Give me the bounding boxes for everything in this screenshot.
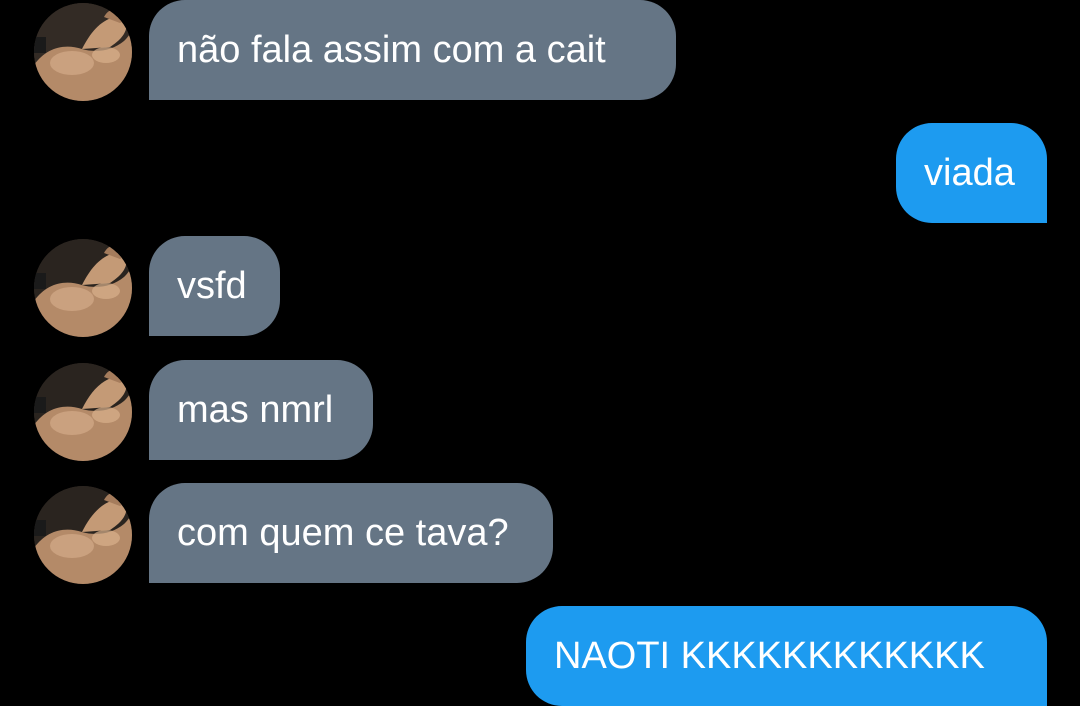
sender-avatar[interactable] (34, 3, 132, 101)
message-text: não fala assim com a cait (177, 29, 606, 71)
conversation-view: não fala assim com a cait viada vsfd mas… (0, 0, 1080, 706)
flexed-arm-avatar-icon (34, 3, 132, 101)
message-bubble-outgoing[interactable]: NAOTI KKKKKKKKKKKK (526, 606, 1047, 706)
sender-avatar[interactable] (34, 239, 132, 337)
message-text: viada (924, 152, 1015, 194)
sender-avatar[interactable] (34, 363, 132, 461)
flexed-arm-avatar-icon (34, 239, 132, 337)
sender-avatar[interactable] (34, 486, 132, 584)
message-text: NAOTI KKKKKKKKKKKK (554, 635, 985, 677)
message-bubble-incoming[interactable]: não fala assim com a cait (149, 0, 676, 100)
flexed-arm-avatar-icon (34, 363, 132, 461)
message-bubble-incoming[interactable]: vsfd (149, 236, 280, 336)
message-bubble-outgoing[interactable]: viada (896, 123, 1047, 223)
message-text: com quem ce tava? (177, 512, 509, 554)
message-bubble-incoming[interactable]: com quem ce tava? (149, 483, 553, 583)
message-text: mas nmrl (177, 389, 334, 431)
flexed-arm-avatar-icon (34, 486, 132, 584)
message-bubble-incoming[interactable]: mas nmrl (149, 360, 373, 460)
message-text: vsfd (177, 265, 247, 307)
